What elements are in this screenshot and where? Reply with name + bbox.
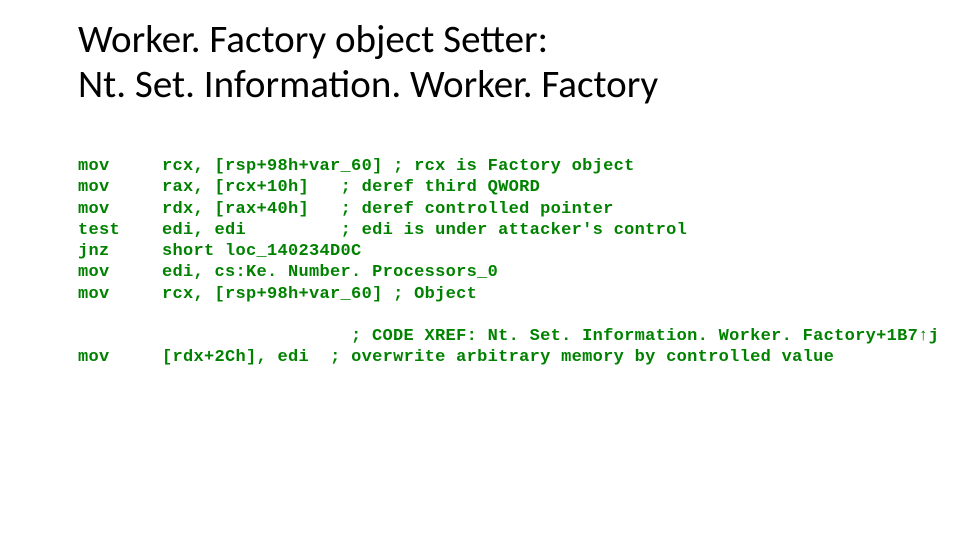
asm-row: test edi, edi ; edi is under attacker's … xyxy=(78,221,687,240)
title-line-2: Nt. Set. Information. Worker. Factory xyxy=(78,61,658,108)
comment: ; overwrite arbitrary memory by controll… xyxy=(330,348,834,367)
operands: rdx, [rax+40h] xyxy=(162,200,309,219)
operands: short loc_140234D0C xyxy=(162,242,362,261)
asm-row: mov edi, cs:Ke. Number. Processors_0 xyxy=(78,263,498,282)
operands: edi, cs:Ke. Number. Processors_0 xyxy=(162,263,498,282)
mnemonic: mov xyxy=(78,178,110,197)
mnemonic: mov xyxy=(78,200,110,219)
operands: rcx, [rsp+98h+var_60] xyxy=(162,157,383,176)
comment: ; Object xyxy=(393,285,477,304)
mnemonic: mov xyxy=(78,263,110,282)
asm-row: mov rax, [rcx+10h] ; deref third QWORD xyxy=(78,178,540,197)
operands: edi, edi xyxy=(162,221,246,240)
asm-row: mov rdx, [rax+40h] ; deref controlled po… xyxy=(78,200,614,219)
mnemonic: mov xyxy=(78,285,110,304)
comment: ; edi is under attacker's control xyxy=(341,221,688,240)
asm-row: mov rcx, [rsp+98h+var_60] ; Object xyxy=(78,285,477,304)
comment: ; deref controlled pointer xyxy=(341,200,614,219)
slide-title: Worker. Factory object Setter: Nt. Set. … xyxy=(78,18,658,108)
asm-row: mov [rdx+2Ch], edi ; overwrite arbitrary… xyxy=(78,348,834,367)
mnemonic: jnz xyxy=(78,242,110,261)
asm-row: jnz short loc_140234D0C xyxy=(78,242,362,261)
operands: [rdx+2Ch], edi xyxy=(162,348,309,367)
title-line-1: Worker. Factory object Setter: xyxy=(78,16,548,63)
asm-row: mov rcx, [rsp+98h+var_60] ; rcx is Facto… xyxy=(78,157,635,176)
code-xref: ; CODE XREF: Nt. Set. Information. Worke… xyxy=(351,327,939,346)
operands: rcx, [rsp+98h+var_60] xyxy=(162,285,383,304)
mnemonic: test xyxy=(78,221,120,240)
comment: ; deref third QWORD xyxy=(341,178,541,197)
disassembly-block: mov rcx, [rsp+98h+var_60] ; rcx is Facto… xyxy=(78,156,939,369)
mnemonic: mov xyxy=(78,157,110,176)
slide: Worker. Factory object Setter: Nt. Set. … xyxy=(0,0,960,540)
mnemonic: mov xyxy=(78,348,110,367)
operands: rax, [rcx+10h] xyxy=(162,178,309,197)
comment: ; rcx is Factory object xyxy=(393,157,635,176)
